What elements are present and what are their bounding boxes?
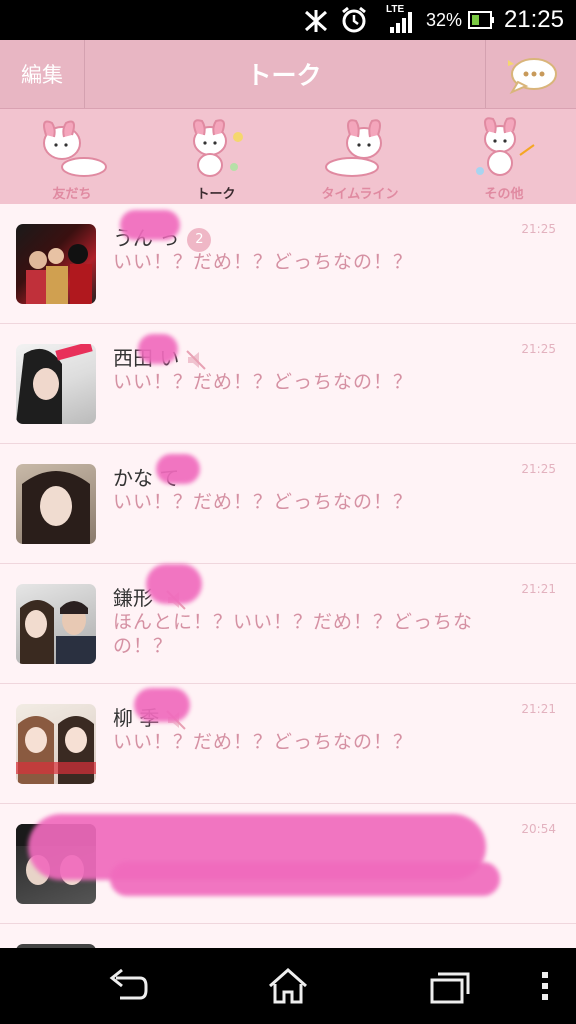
tab-label: タイムライン xyxy=(321,187,399,202)
melody-lounging-icon xyxy=(325,119,382,177)
status-bar: LTE 32% 21:25 xyxy=(0,0,576,40)
chat-row[interactable]: 柳 季 いい！？だめ！？どっちなの！？ 21:21 xyxy=(0,684,576,804)
message-time: 21:21 xyxy=(521,702,556,716)
clock: 21:25 xyxy=(503,6,564,33)
home-icon[interactable] xyxy=(266,966,310,1006)
signal-icon xyxy=(390,12,412,33)
tab-label: その他 xyxy=(484,187,524,202)
message-time: 21:25 xyxy=(521,342,556,356)
back-icon[interactable] xyxy=(106,966,150,1006)
chat-row[interactable]: うん っ2 いい！？だめ！？どっちなの！？ 21:25 xyxy=(0,204,576,324)
message-time: 21:25 xyxy=(521,222,556,236)
tab-friends[interactable]: 友だち xyxy=(0,109,144,204)
melody-lying-icon xyxy=(43,120,107,177)
avatar xyxy=(16,704,96,784)
tab-timeline[interactable]: タイムライン xyxy=(288,109,432,204)
last-message: いい！？だめ！？どっちなの！？ xyxy=(113,491,414,513)
new-chat-button[interactable] xyxy=(485,40,576,108)
redaction-mark xyxy=(138,334,178,364)
recent-apps-icon[interactable] xyxy=(428,966,472,1006)
tab-bar: 友だち トーク タイムライン その他 xyxy=(0,109,576,204)
chat-row[interactable]: かな て いい！？だめ！？どっちなの！？ 21:25 xyxy=(0,444,576,564)
last-message: ほんとに！？いい！？だめ！？どっちなの！？ xyxy=(113,611,474,657)
message-time: 20:54 xyxy=(521,822,556,836)
nav-bar xyxy=(0,948,576,1024)
chat-row[interactable]: 西田 い いい！？だめ！？どっちなの！？ 21:25 xyxy=(0,324,576,444)
melody-standing-icon xyxy=(476,117,535,176)
chat-row[interactable]: 鎌形 ほんとに！？いい！？だめ！？どっちなの！？ 21:21 xyxy=(0,564,576,684)
tab-more[interactable]: その他 xyxy=(432,109,576,204)
new-chat-bubble-icon xyxy=(508,58,557,95)
alarm-icon xyxy=(342,6,366,33)
bluetooth-icon xyxy=(304,10,328,32)
melody-sitting-icon xyxy=(193,119,243,177)
tab-label: 友だち xyxy=(52,187,92,202)
avatar xyxy=(16,464,96,544)
chat-row[interactable] xyxy=(0,924,576,948)
last-message: いい！？だめ！？どっちなの！？ xyxy=(113,371,414,393)
menu-icon[interactable] xyxy=(538,966,552,1006)
last-message: いい！？だめ！？どっちなの！？ xyxy=(113,251,414,273)
tab-label: トーク xyxy=(196,187,236,202)
redaction-mark xyxy=(156,454,200,484)
mute-icon xyxy=(186,349,207,370)
last-message: いい！？だめ！？どっちなの！？ xyxy=(113,731,414,753)
redaction-mark xyxy=(120,210,180,240)
redaction-mark xyxy=(110,862,500,896)
chat-row[interactable]: 20:54 xyxy=(0,804,576,924)
message-time: 21:25 xyxy=(521,462,556,476)
redaction-mark xyxy=(134,688,190,722)
chat-list[interactable]: うん っ2 いい！？だめ！？どっちなの！？ 21:25 西田 い いい！？だめ！… xyxy=(0,204,576,948)
redaction-mark xyxy=(146,564,202,604)
tab-talk[interactable]: トーク xyxy=(144,109,288,204)
edit-button[interactable]: 編集 xyxy=(0,40,85,108)
unread-badge: 2 xyxy=(187,227,212,252)
battery-icon xyxy=(468,11,494,29)
message-time: 21:21 xyxy=(521,582,556,596)
avatar xyxy=(16,584,96,664)
avatar xyxy=(16,224,96,304)
header-bar: 編集 トーク xyxy=(0,40,576,109)
page-title: トーク xyxy=(246,61,322,90)
battery-percent: 32% xyxy=(425,10,462,30)
avatar xyxy=(16,344,96,424)
